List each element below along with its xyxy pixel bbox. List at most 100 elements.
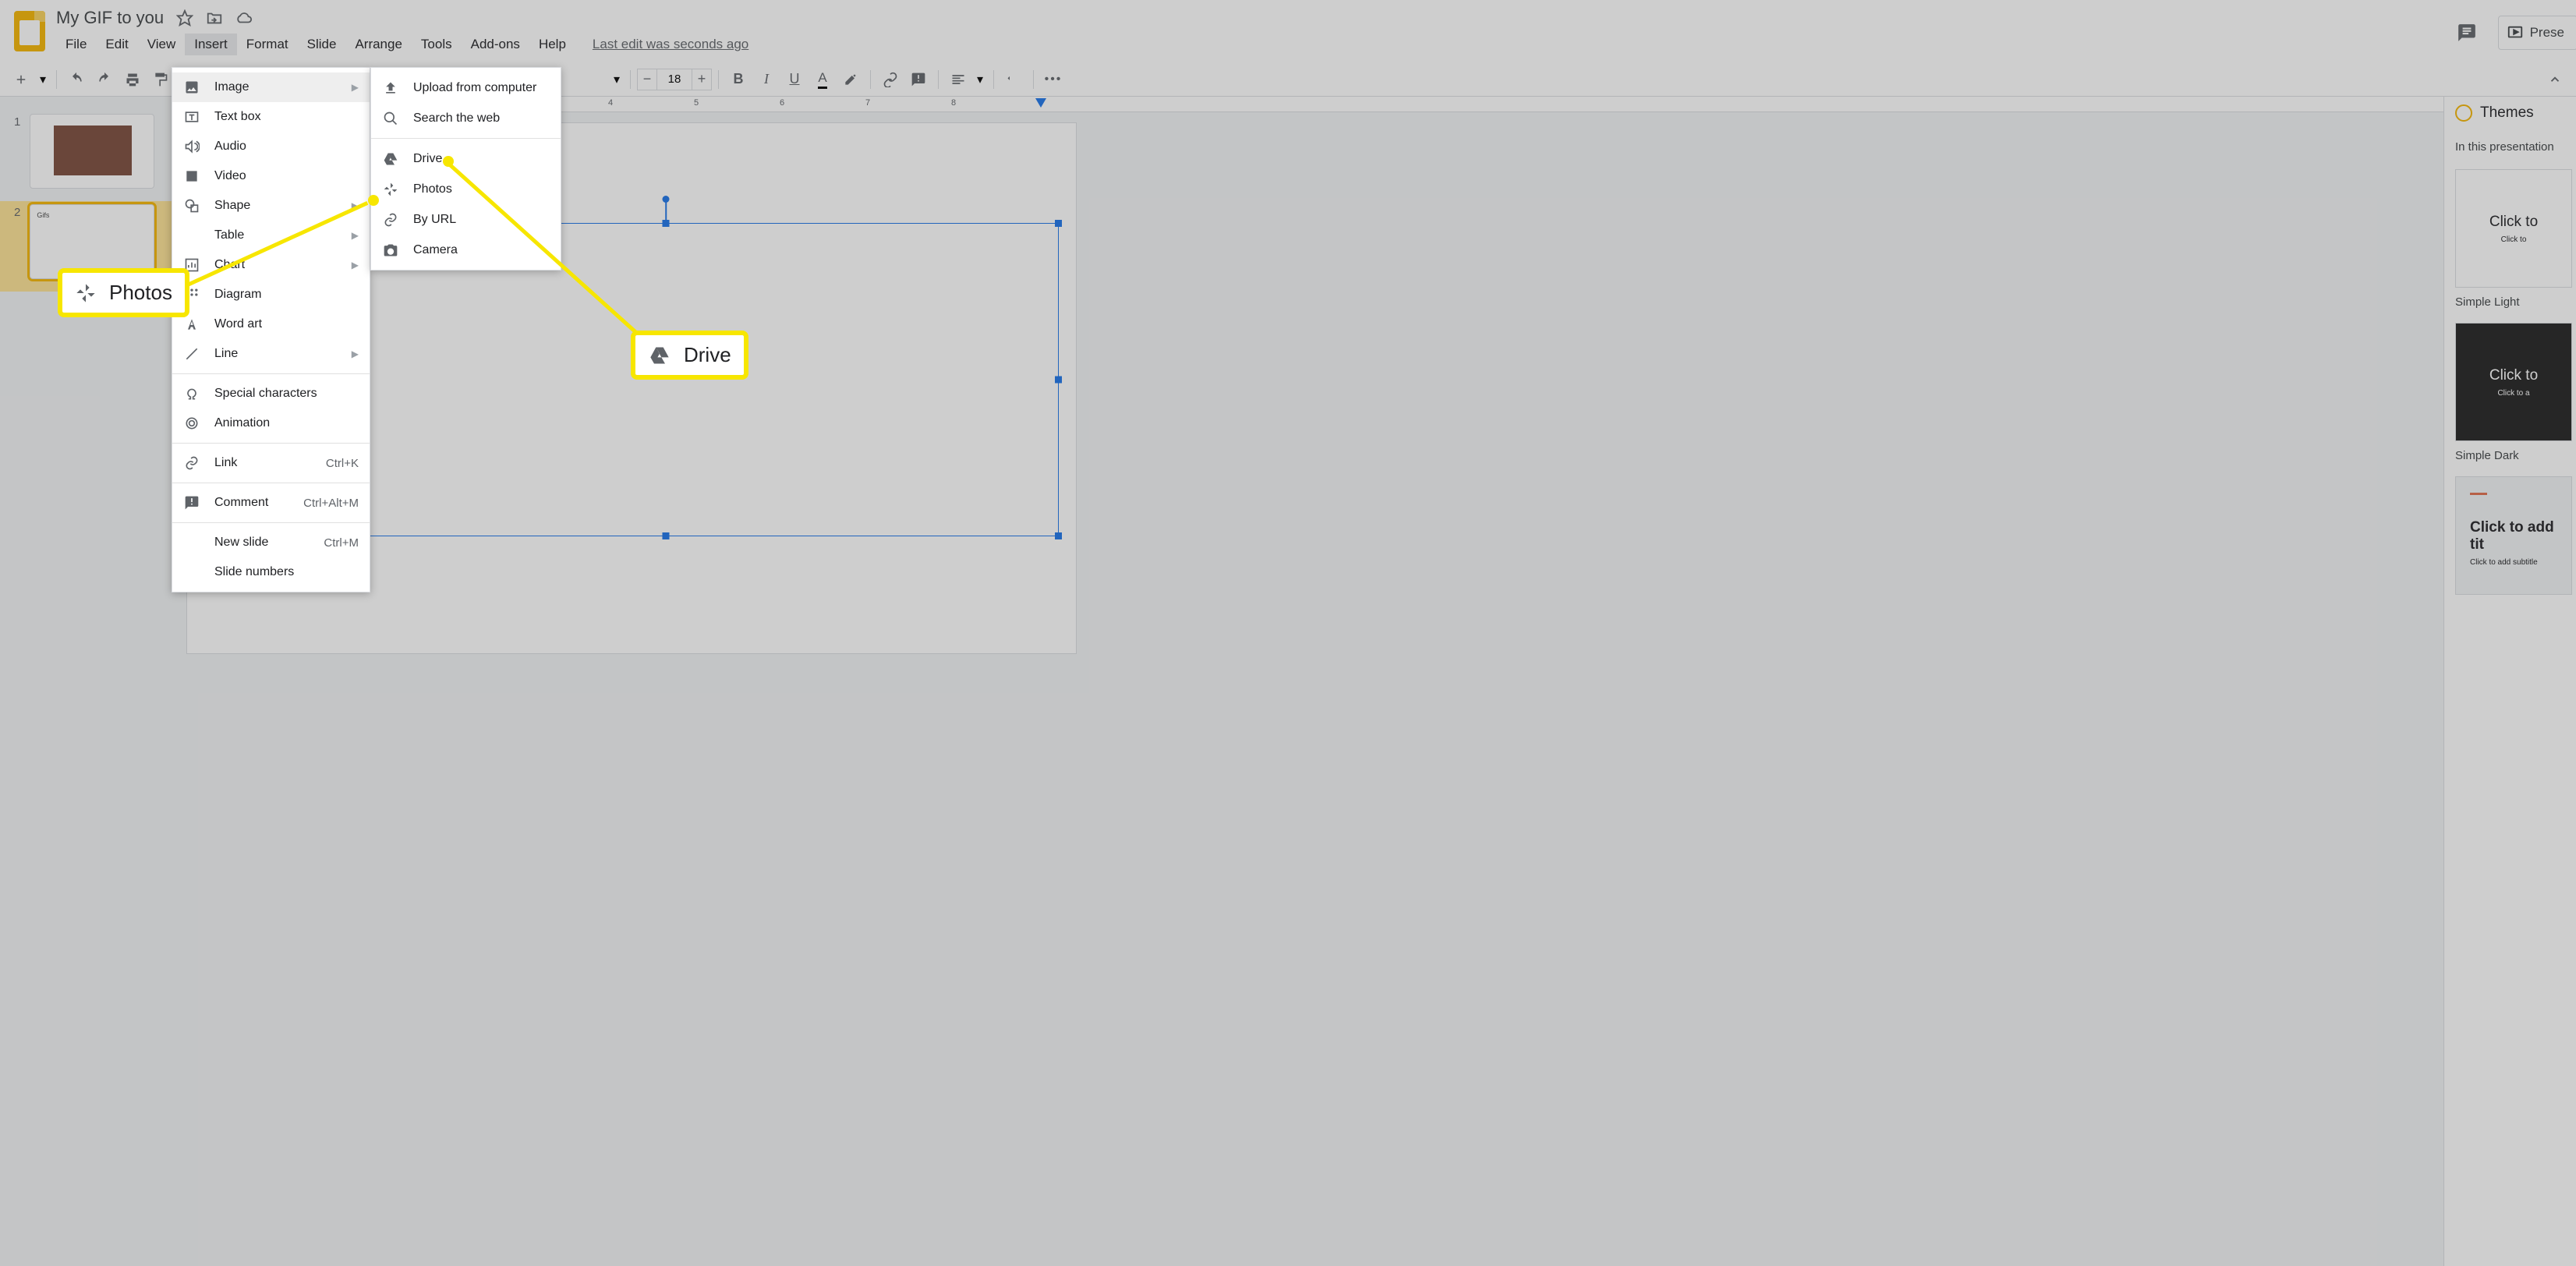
blank-icon: [183, 534, 200, 551]
move-to-folder-icon[interactable]: [206, 9, 223, 27]
undo-button[interactable]: [63, 66, 90, 93]
menu-edit[interactable]: Edit: [96, 34, 137, 55]
star-icon[interactable]: [176, 9, 193, 27]
link-icon: [183, 454, 200, 472]
menu-item-text-box[interactable]: Text box: [172, 102, 370, 132]
bold-button[interactable]: B: [725, 66, 752, 93]
menu-item-image[interactable]: Image▶: [172, 72, 370, 102]
menu-tools[interactable]: Tools: [412, 34, 462, 55]
themes-panel: Themes In this presentation Click to Cli…: [2443, 97, 2576, 1266]
annotation-dot: [368, 195, 379, 206]
anim-icon: [183, 415, 200, 432]
menu-insert[interactable]: Insert: [185, 34, 237, 55]
resize-handle[interactable]: [663, 220, 670, 227]
theme-title-text: Click to: [2489, 214, 2538, 231]
font-size-decrease-button[interactable]: −: [637, 69, 657, 90]
menu-item-word-art[interactable]: Word art: [172, 309, 370, 339]
theme-streamline[interactable]: Click to add tit Click to add subtitle: [2455, 476, 2572, 595]
menu-arrange[interactable]: Arrange: [345, 34, 411, 55]
menu-item-upload-from-computer[interactable]: Upload from computer: [371, 72, 561, 103]
menu-item-label: Slide numbers: [214, 565, 294, 579]
menu-item-diagram[interactable]: Diagram: [172, 280, 370, 309]
menu-add-ons[interactable]: Add-ons: [462, 34, 529, 55]
italic-button[interactable]: I: [753, 66, 780, 93]
paint-format-button[interactable]: [147, 66, 174, 93]
highlight-button[interactable]: [837, 66, 864, 93]
menu-file[interactable]: File: [56, 34, 96, 55]
menu-item-by-url[interactable]: By URL: [371, 204, 561, 235]
theme-simple-dark[interactable]: Click to Click to a: [2455, 323, 2572, 441]
slide-number: 2: [14, 206, 20, 219]
insert-link-button[interactable]: [877, 66, 904, 93]
font-size-increase-button[interactable]: +: [692, 69, 712, 90]
ruler-tick: 7: [865, 98, 870, 108]
underline-button[interactable]: U: [781, 66, 808, 93]
font-dropdown-icon[interactable]: ▾: [610, 72, 624, 87]
menu-item-label: Camera: [413, 243, 458, 257]
line-spacing-button[interactable]: [1000, 66, 1027, 93]
menu-item-audio[interactable]: Audio: [172, 132, 370, 161]
shortcut-label: Ctrl+Alt+M: [303, 497, 359, 510]
menu-item-link[interactable]: LinkCtrl+K: [172, 448, 370, 478]
theme-simple-light[interactable]: Click to Click to: [2455, 169, 2572, 288]
ruler-marker-icon[interactable]: [1035, 98, 1046, 108]
menu-format[interactable]: Format: [237, 34, 298, 55]
rotate-handle[interactable]: [663, 196, 670, 203]
menu-help[interactable]: Help: [529, 34, 575, 55]
menu-item-label: Animation: [214, 416, 270, 430]
photos-icon: [75, 282, 97, 304]
search-icon: [382, 110, 399, 127]
link-icon: [382, 211, 399, 228]
resize-handle[interactable]: [1055, 532, 1062, 539]
slide-thumb-1[interactable]: 1 HOW YOU DOIN?: [0, 111, 172, 201]
present-label: Prese: [2530, 25, 2564, 41]
menu-item-new-slide[interactable]: New slideCtrl+M: [172, 528, 370, 557]
menu-item-animation[interactable]: Animation: [172, 408, 370, 438]
doc-title[interactable]: My GIF to you: [56, 8, 164, 28]
collapse-toolbar-icon[interactable]: [2542, 66, 2568, 93]
menu-item-drive[interactable]: Drive: [371, 143, 561, 174]
submenu-arrow-icon: ▶: [352, 260, 359, 271]
slide-number: 1: [14, 115, 20, 129]
upload-icon: [382, 80, 399, 97]
menu-item-line[interactable]: Line▶: [172, 339, 370, 369]
themes-title: Themes: [2480, 104, 2534, 122]
resize-handle[interactable]: [663, 532, 670, 539]
resize-handle[interactable]: [1055, 377, 1062, 384]
theme-sub-text: Click to a: [2497, 389, 2529, 398]
menu-item-search-the-web[interactable]: Search the web: [371, 103, 561, 133]
menu-item-label: Upload from computer: [413, 81, 536, 95]
app-header: My GIF to you FileEditViewInsertFormatSl…: [0, 0, 2576, 62]
menu-item-special-characters[interactable]: Special characters: [172, 379, 370, 408]
menu-item-video[interactable]: Video: [172, 161, 370, 191]
resize-handle[interactable]: [1055, 220, 1062, 227]
new-slide-dropdown-icon[interactable]: ▾: [36, 72, 50, 87]
align-button[interactable]: [945, 66, 971, 93]
submenu-arrow-icon: ▶: [352, 82, 359, 93]
new-slide-button[interactable]: [8, 66, 34, 93]
menu-item-slide-numbers[interactable]: Slide numbers: [172, 557, 370, 587]
cloud-status-icon[interactable]: [235, 9, 253, 27]
text-color-button[interactable]: A: [809, 66, 836, 93]
open-comments-icon[interactable]: [2451, 17, 2482, 48]
font-size-value[interactable]: 18: [657, 69, 692, 90]
last-edit-link[interactable]: Last edit was seconds ago: [593, 37, 748, 52]
textbox-icon: [183, 108, 200, 126]
workspace: 1 HOW YOU DOIN? 2 Gifs 4 5 6 7 8: [0, 97, 2576, 1266]
menu-item-label: Diagram: [214, 288, 261, 302]
thumb-caption: HOW YOU DOIN?: [58, 179, 104, 185]
menu-item-label: Audio: [214, 140, 246, 154]
present-button[interactable]: Prese: [2498, 16, 2576, 50]
menu-slide[interactable]: Slide: [298, 34, 346, 55]
redo-button[interactable]: [91, 66, 118, 93]
align-dropdown-icon[interactable]: ▾: [973, 72, 987, 87]
more-button[interactable]: •••: [1040, 66, 1067, 93]
insert-comment-button[interactable]: [905, 66, 932, 93]
menu-item-label: By URL: [413, 213, 456, 227]
menu-view[interactable]: View: [138, 34, 186, 55]
menu-item-label: Photos: [413, 182, 452, 196]
print-button[interactable]: [119, 66, 146, 93]
menu-item-comment[interactable]: CommentCtrl+Alt+M: [172, 488, 370, 518]
thumb-label: Gifs: [37, 211, 49, 219]
canvas-area: 4 5 6 7 8: [172, 97, 2443, 1266]
